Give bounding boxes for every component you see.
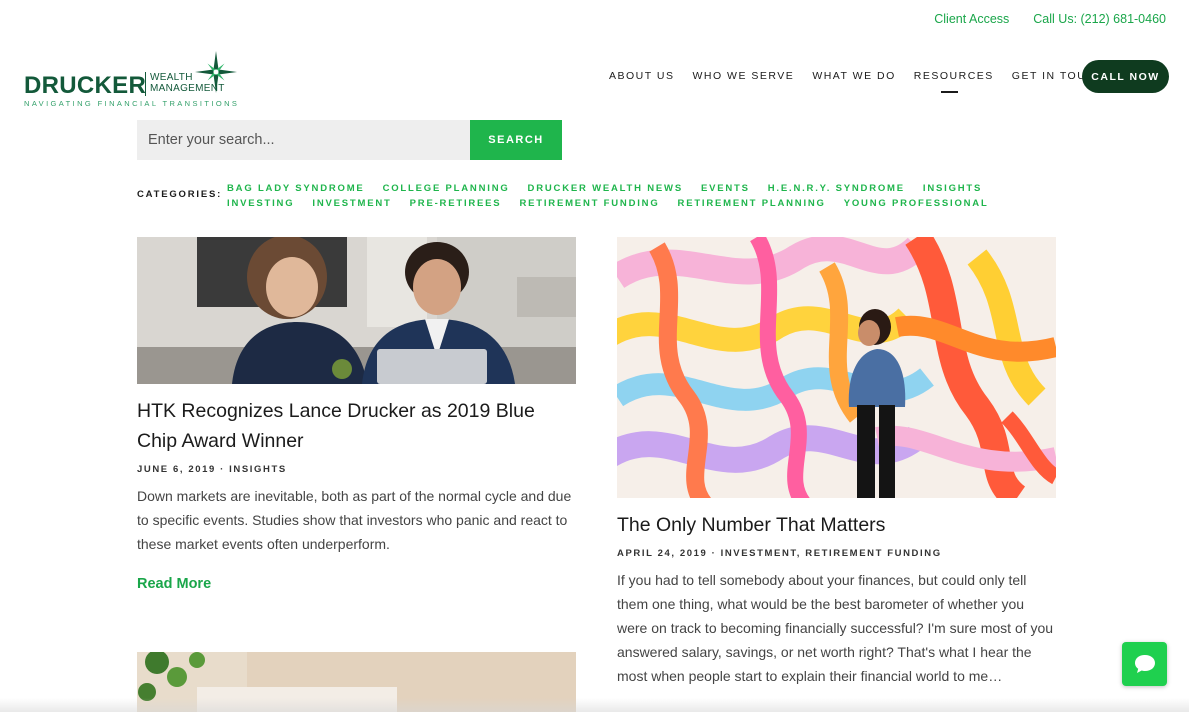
logo-divider — [145, 72, 146, 96]
post-meta: JUNE 6, 2019 · INSIGHTS — [137, 464, 287, 475]
main-navigation: ABOUT US WHO WE SERVE WHAT WE DO RESOURC… — [609, 70, 1122, 93]
category-link[interactable]: COLLEGE PLANNING — [383, 181, 510, 196]
site-logo[interactable]: DRUCKER WEALTH MANAGEMENT NAVIGATING FIN… — [24, 50, 244, 110]
post-title[interactable]: HTK Recognizes Lance Drucker as 2019 Blu… — [137, 396, 567, 456]
post-meta: APRIL 24, 2019 · INVESTMENT, RETIREMENT … — [617, 548, 942, 559]
category-link[interactable]: BAG LADY SYNDROME — [227, 181, 365, 196]
post-image-partial[interactable] — [137, 652, 576, 712]
search-input[interactable] — [137, 120, 470, 160]
post-title[interactable]: The Only Number That Matters — [617, 510, 1056, 540]
logo-wealth-line1: WEALTH — [150, 72, 193, 83]
client-access-link[interactable]: Client Access — [934, 12, 1009, 26]
search-button[interactable]: SEARCH — [470, 120, 562, 160]
post-image-office-meeting[interactable] — [137, 237, 576, 384]
compass-star-icon — [195, 51, 237, 93]
categories-list: BAG LADY SYNDROME COLLEGE PLANNING DRUCK… — [227, 181, 1047, 211]
category-link[interactable]: RETIREMENT FUNDING — [519, 196, 659, 211]
mural-photo — [617, 237, 1056, 498]
post-excerpt: Down markets are inevitable, both as par… — [137, 488, 572, 552]
post-excerpt: If you had to tell somebody about your f… — [617, 572, 1054, 684]
office-photo — [137, 237, 576, 384]
category-link[interactable]: PRE-RETIREES — [410, 196, 502, 211]
category-link[interactable]: RETIREMENT PLANNING — [678, 196, 826, 211]
logo-tagline: NAVIGATING FINANCIAL TRANSITIONS — [24, 99, 240, 108]
category-link[interactable]: EVENTS — [701, 181, 750, 196]
categories-label: CATEGORIES: — [137, 189, 223, 200]
category-link[interactable]: INVESTING — [227, 196, 294, 211]
chat-bubble-icon — [1134, 655, 1155, 673]
nav-who-we-serve[interactable]: WHO WE SERVE — [692, 70, 794, 82]
logo-wordmark: DRUCKER — [24, 72, 147, 99]
nav-what-we-do[interactable]: WHAT WE DO — [812, 70, 895, 82]
category-link[interactable]: INVESTMENT — [312, 196, 391, 211]
category-link[interactable]: H.E.N.R.Y. SYNDROME — [768, 181, 905, 196]
read-more-link[interactable]: Read More — [137, 576, 211, 592]
category-link[interactable]: INSIGHTS — [923, 181, 982, 196]
category-link[interactable]: DRUCKER WEALTH NEWS — [528, 181, 683, 196]
call-now-button[interactable]: CALL NOW — [1082, 60, 1169, 93]
nav-resources[interactable]: RESOURCES — [914, 70, 994, 93]
top-utility-bar: Client Access Call Us: (212) 681-0460 — [934, 12, 1166, 26]
partial-photo — [137, 652, 576, 712]
call-us-link[interactable]: Call Us: (212) 681-0460 — [1033, 12, 1166, 26]
nav-about-us[interactable]: ABOUT US — [609, 70, 674, 82]
search-bar: SEARCH — [137, 120, 562, 160]
category-link[interactable]: YOUNG PROFESSIONAL — [844, 196, 989, 211]
chat-button[interactable] — [1122, 642, 1167, 686]
post-image-colorful-mural[interactable] — [617, 237, 1056, 498]
